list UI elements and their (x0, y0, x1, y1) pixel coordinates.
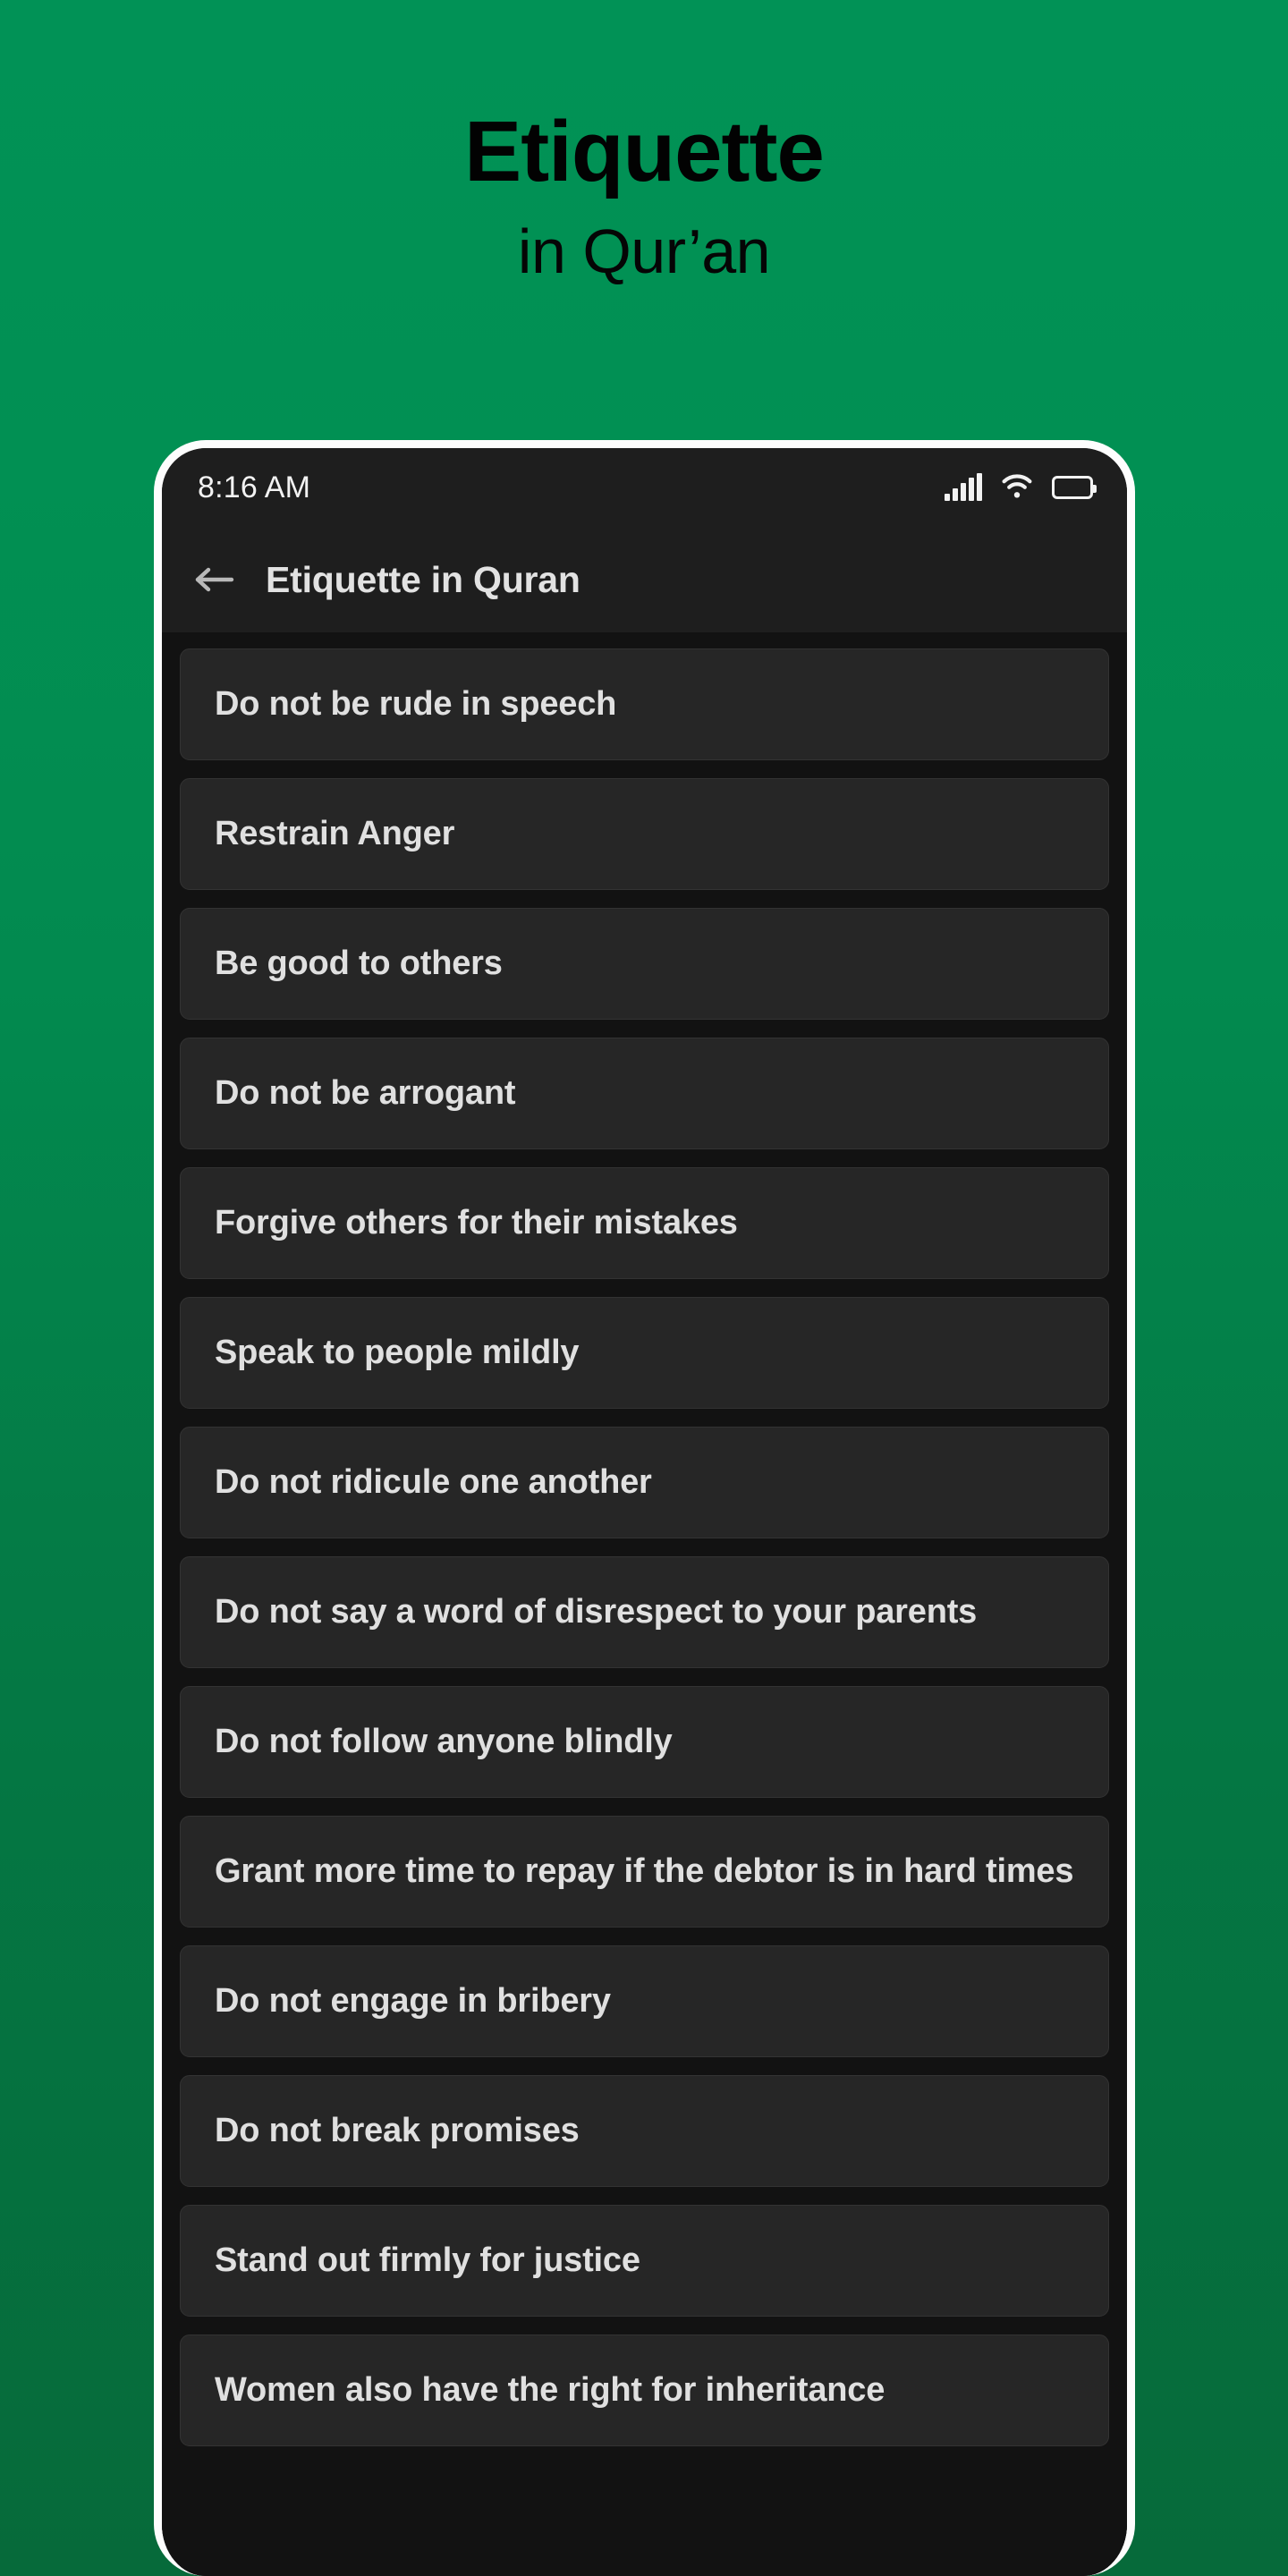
status-bar: 8:16 AM (162, 448, 1127, 527)
signal-bars-icon (945, 473, 982, 501)
list-item-label: Speak to people mildly (215, 1333, 580, 1371)
list-item-label: Do not ridicule one another (215, 1462, 652, 1501)
list-item[interactable]: Do not ridicule one another (180, 1427, 1109, 1538)
phone-screen: 8:16 AM Etiquette in Quran Do not be rud… (162, 448, 1127, 2576)
list-item[interactable]: Do not engage in bribery (180, 1945, 1109, 2057)
list-item-label: Forgive others for their mistakes (215, 1203, 738, 1241)
promo-heading-block: Etiquette in Qur’an (0, 0, 1288, 438)
list-item-label: Do not engage in bribery (215, 1981, 611, 2020)
status-bar-clock: 8:16 AM (198, 470, 311, 504)
list-item-label: Do not break promises (215, 2111, 580, 2149)
list-item[interactable]: Be good to others (180, 908, 1109, 1020)
list-item-label: Women also have the right for inheritanc… (215, 2370, 886, 2409)
app-bar: Etiquette in Quran (162, 527, 1127, 632)
list-item-label: Grant more time to repay if the debtor i… (215, 1852, 1074, 1890)
list-item[interactable]: Do not break promises (180, 2075, 1109, 2187)
list-item[interactable]: Do not say a word of disrespect to your … (180, 1556, 1109, 1668)
arrow-left-icon[interactable] (194, 559, 235, 600)
status-bar-icons (945, 472, 1097, 504)
list-item-label: Do not be arrogant (215, 1073, 516, 1112)
list-item-label: Do not follow anyone blindly (215, 1722, 673, 1760)
phone-mockup-frame: 8:16 AM Etiquette in Quran Do not be rud… (154, 440, 1135, 2576)
list-item[interactable]: Forgive others for their mistakes (180, 1167, 1109, 1279)
list-item-label: Restrain Anger (215, 814, 455, 852)
etiquette-list[interactable]: Do not be rude in speech Restrain Anger … (162, 632, 1127, 2576)
list-item[interactable]: Speak to people mildly (180, 1297, 1109, 1409)
promo-title: Etiquette (464, 104, 825, 199)
list-item[interactable]: Women also have the right for inheritanc… (180, 2334, 1109, 2446)
wifi-icon (1000, 472, 1034, 504)
list-item[interactable]: Stand out firmly for justice (180, 2205, 1109, 2317)
battery-full-icon (1052, 476, 1097, 499)
list-item-label: Do not say a word of disrespect to your … (215, 1592, 978, 1631)
list-item[interactable]: Do not be rude in speech (180, 648, 1109, 760)
list-item-label: Stand out firmly for justice (215, 2241, 640, 2279)
page-title: Etiquette in Quran (266, 558, 580, 600)
list-item-label: Be good to others (215, 944, 503, 982)
promo-subtitle: in Qur’an (517, 216, 771, 286)
list-item[interactable]: Do not be arrogant (180, 1038, 1109, 1149)
list-item[interactable]: Restrain Anger (180, 778, 1109, 890)
list-item[interactable]: Grant more time to repay if the debtor i… (180, 1816, 1109, 1928)
list-item-label: Do not be rude in speech (215, 684, 617, 723)
list-item[interactable]: Do not follow anyone blindly (180, 1686, 1109, 1798)
